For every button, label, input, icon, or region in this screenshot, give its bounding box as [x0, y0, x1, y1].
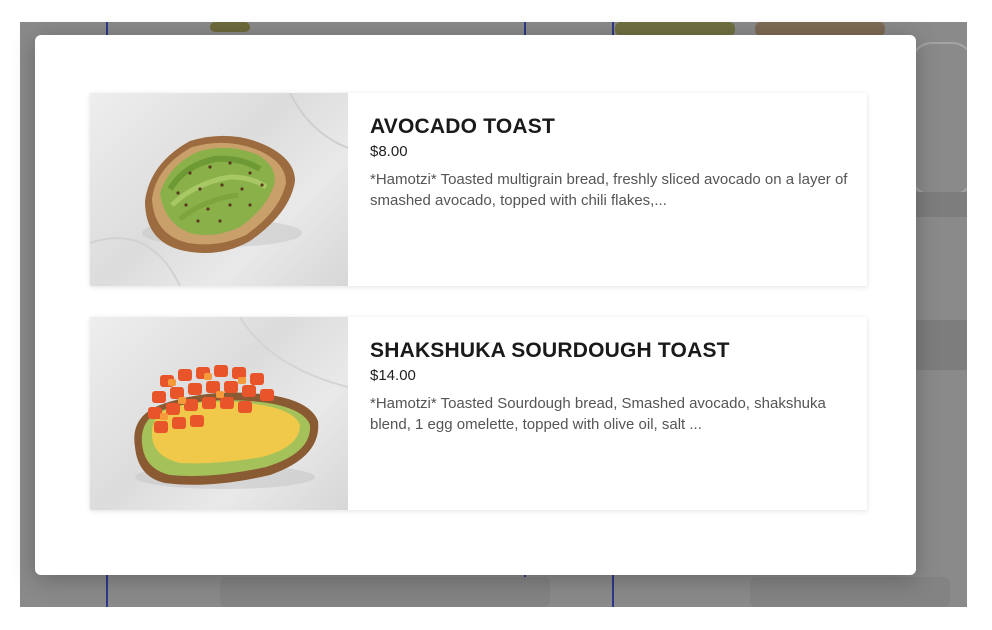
menu-item-info: SHAKSHUKA SOURDOUGH TOAST $14.00 *Hamotz…: [348, 317, 850, 510]
background-food-image: [220, 577, 550, 607]
background-food-image: [750, 577, 950, 607]
menu-items-modal: AVOCADO TOAST $8.00 *Hamotzi* Toasted mu…: [35, 35, 916, 575]
background-food-image: [615, 22, 735, 36]
menu-item-price: $8.00: [370, 143, 408, 160]
menu-item-description: *Hamotzi* Toasted multigrain bread, fres…: [370, 171, 848, 209]
menu-item-card[interactable]: AVOCADO TOAST $8.00 *Hamotzi* Toasted mu…: [90, 93, 867, 286]
menu-item-name: SHAKSHUKA SOURDOUGH TOAST: [370, 339, 730, 362]
background-food-image: [210, 22, 250, 32]
shakshuka-toast-photo: [90, 317, 348, 510]
background-section: [915, 192, 967, 217]
background-card: [910, 42, 967, 196]
menu-item-description: *Hamotzi* Toasted Sourdough bread, Smash…: [370, 395, 826, 433]
menu-item-info: AVOCADO TOAST $8.00 *Hamotzi* Toasted mu…: [348, 93, 850, 286]
avocado-toast-photo: [90, 93, 348, 286]
background-section: [915, 320, 967, 370]
background-food-image: [755, 22, 885, 36]
menu-item-price: $14.00: [370, 367, 416, 384]
menu-item-card[interactable]: SHAKSHUKA SOURDOUGH TOAST $14.00 *Hamotz…: [90, 317, 867, 510]
menu-item-name: AVOCADO TOAST: [370, 115, 555, 138]
